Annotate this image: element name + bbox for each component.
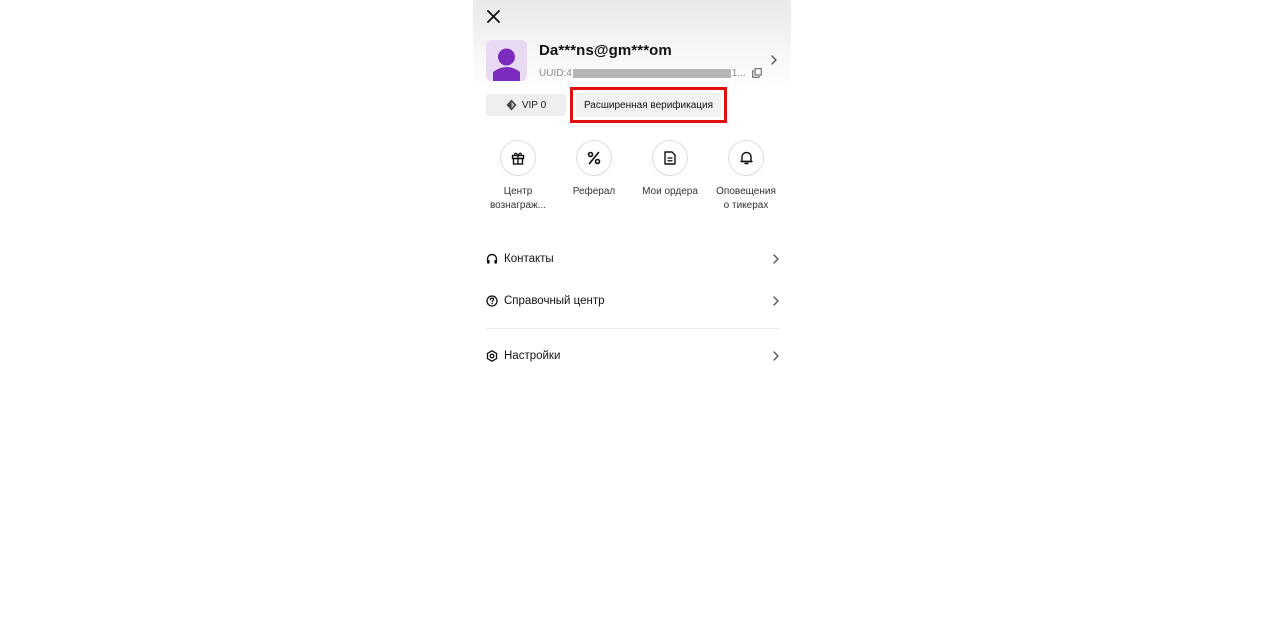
- verification-label: Расширенная верификация: [576, 93, 721, 117]
- quick-action-label: Центр вознаграж...: [489, 186, 547, 211]
- quick-action-ticker-alerts[interactable]: Оповещения о тикерах: [708, 140, 784, 213]
- uuid-row: UUID:4 1...: [539, 66, 762, 80]
- verification-badge[interactable]: Расширенная верификация: [570, 87, 727, 123]
- chevron-right-icon: [772, 253, 780, 265]
- menu-divider: [486, 328, 780, 329]
- copy-icon[interactable]: [751, 68, 762, 78]
- quick-action-label: Мои ордера: [642, 186, 698, 197]
- gift-icon: [500, 140, 536, 176]
- uuid-redaction: [572, 68, 731, 78]
- menu-item-settings[interactable]: Настройки: [486, 344, 780, 368]
- user-avatar-icon: [493, 48, 520, 81]
- profile-chevron-right-icon[interactable]: [769, 53, 779, 67]
- uuid-suffix: 1...: [731, 67, 746, 79]
- menu-item-help-center[interactable]: Справочный центр: [486, 289, 780, 313]
- vip-label: VIP 0: [521, 99, 547, 111]
- menu-label-contacts: Контакты: [504, 253, 554, 265]
- close-button[interactable]: [484, 7, 502, 25]
- menu-label-settings: Настройки: [504, 350, 561, 362]
- gear-icon: [486, 350, 498, 362]
- chevron-right-icon: [772, 295, 780, 307]
- quick-action-my-orders[interactable]: Мои ордера: [632, 140, 708, 199]
- help-icon: [486, 295, 498, 307]
- uuid-prefix: UUID:4: [539, 67, 572, 79]
- quick-action-referral[interactable]: Реферал: [556, 140, 632, 199]
- vip-diamond-icon: [506, 99, 517, 111]
- avatar[interactable]: [486, 40, 527, 81]
- headset-icon: [486, 253, 498, 265]
- quick-action-label: Реферал: [572, 186, 616, 197]
- user-name: Da***ns@gm***om: [539, 42, 672, 59]
- quick-action-rewards[interactable]: Центр вознаграж...: [480, 140, 556, 213]
- close-icon: [486, 9, 500, 23]
- bell-icon: [728, 140, 764, 176]
- menu-item-contacts[interactable]: Контакты: [486, 247, 780, 271]
- percent-icon: [576, 140, 612, 176]
- document-icon: [652, 140, 688, 176]
- vip-badge[interactable]: VIP 0: [486, 94, 566, 116]
- quick-action-label: Оповещения о тикерах: [716, 186, 776, 211]
- quick-actions: Центр вознаграж... Реферал Мои ордера Оп…: [473, 140, 791, 220]
- menu-label-help-center: Справочный центр: [504, 295, 605, 307]
- account-panel: Da***ns@gm***om UUID:4 1... VIP 0 Расшир…: [473, 0, 791, 638]
- chevron-right-icon: [772, 350, 780, 362]
